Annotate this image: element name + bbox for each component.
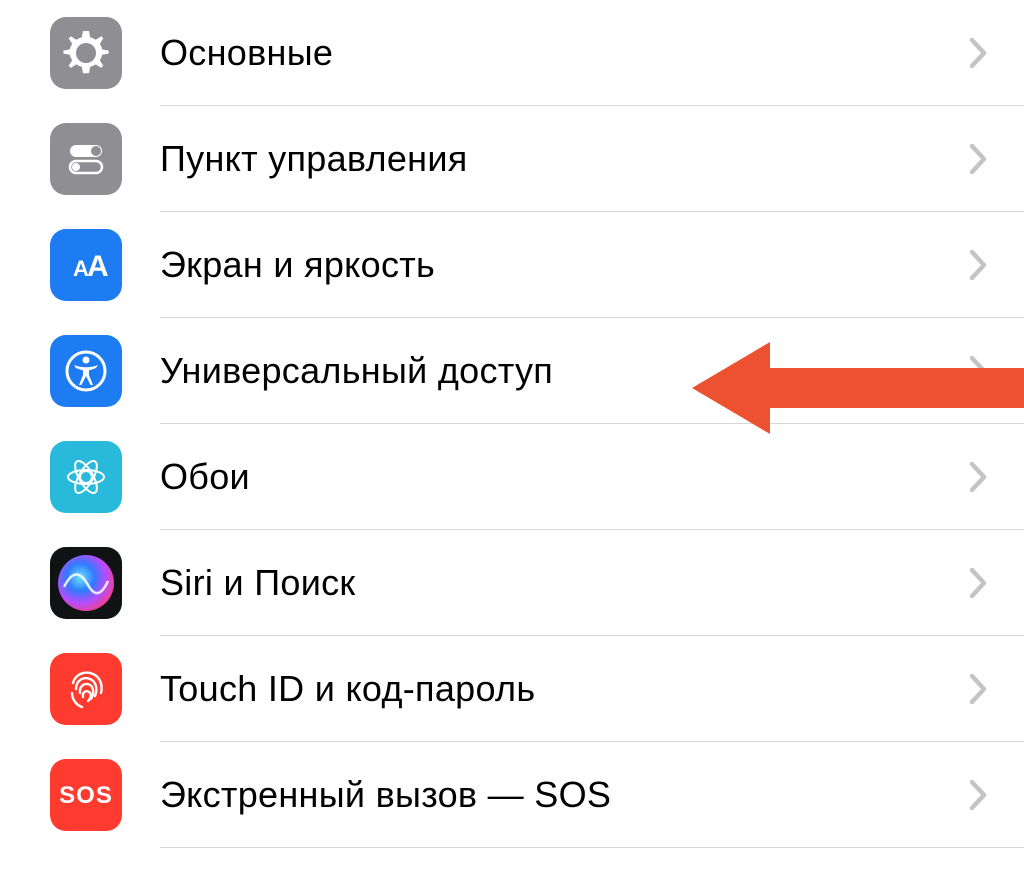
chevron-right-icon <box>970 568 988 598</box>
row-control-center[interactable]: Пункт управления <box>0 106 1024 212</box>
row-touchid[interactable]: Touch ID и код-пароль <box>0 636 1024 742</box>
siri-icon <box>50 547 122 619</box>
row-accessibility[interactable]: Универсальный доступ <box>0 318 1024 424</box>
row-label: Пункт управления <box>160 138 970 180</box>
chevron-right-icon <box>970 462 988 492</box>
settings-list: Основные Пункт управления A A <box>0 0 1024 848</box>
text-size-icon: A A <box>50 229 122 301</box>
row-display[interactable]: A A Экран и яркость <box>0 212 1024 318</box>
row-sos[interactable]: SOS Экстренный вызов — SOS <box>0 742 1024 848</box>
chevron-right-icon <box>970 356 988 386</box>
wallpaper-icon <box>50 441 122 513</box>
row-label: Основные <box>160 32 970 74</box>
chevron-right-icon <box>970 144 988 174</box>
gear-icon <box>50 17 122 89</box>
row-label: Touch ID и код-пароль <box>160 668 970 710</box>
row-label: Экран и яркость <box>160 244 970 286</box>
svg-text:SOS: SOS <box>59 782 113 809</box>
svg-text:A: A <box>87 250 109 283</box>
row-wallpaper[interactable]: Обои <box>0 424 1024 530</box>
chevron-right-icon <box>970 780 988 810</box>
row-label: Siri и Поиск <box>160 562 970 604</box>
chevron-right-icon <box>970 250 988 280</box>
row-siri[interactable]: Siri и Поиск <box>0 530 1024 636</box>
fingerprint-icon <box>50 653 122 725</box>
divider <box>160 847 1024 848</box>
row-label: Обои <box>160 456 970 498</box>
chevron-right-icon <box>970 38 988 68</box>
chevron-right-icon <box>970 674 988 704</box>
row-general[interactable]: Основные <box>0 0 1024 106</box>
accessibility-icon <box>50 335 122 407</box>
toggles-icon <box>50 123 122 195</box>
row-label: Экстренный вызов — SOS <box>160 774 970 816</box>
row-label: Универсальный доступ <box>160 350 970 392</box>
sos-icon: SOS <box>50 759 122 831</box>
